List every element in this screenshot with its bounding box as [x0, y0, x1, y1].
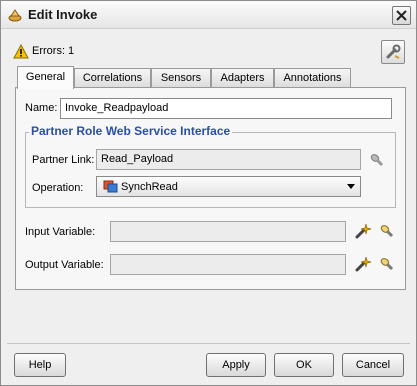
operation-value: SynchRead — [121, 181, 178, 193]
edit-invoke-dialog: Edit Invoke Errors: 1 General Correlatio… — [0, 0, 417, 386]
partner-link-label: Partner Link: — [32, 154, 95, 166]
wrench-icon — [386, 44, 401, 59]
tab-adapters[interactable]: Adapters — [211, 68, 274, 88]
flashlight-icon[interactable] — [368, 151, 386, 169]
operation-select[interactable]: SynchRead — [96, 176, 361, 197]
bottom-divider — [7, 343, 410, 344]
close-icon — [396, 10, 407, 21]
errors-count: Errors: 1 — [32, 45, 75, 57]
toggle-errors-button[interactable] — [381, 40, 405, 64]
partner-link-field: Read_Payload — [96, 149, 361, 170]
cancel-button[interactable]: Cancel — [342, 353, 404, 377]
chevron-down-icon — [347, 184, 355, 189]
tab-general[interactable]: General — [17, 66, 74, 89]
input-variable-field[interactable] — [110, 221, 346, 242]
group-title: Partner Role Web Service Interface — [29, 124, 233, 138]
browse-variable-icon[interactable] — [378, 255, 396, 273]
invoke-icon — [8, 9, 22, 22]
title-bar: Edit Invoke — [1, 1, 416, 29]
close-button[interactable] — [392, 6, 411, 25]
tab-correlations[interactable]: Correlations — [74, 68, 151, 88]
tab-annotations[interactable]: Annotations — [274, 68, 351, 88]
name-field[interactable]: Invoke_Readpayload — [60, 98, 392, 119]
help-button[interactable]: Help — [14, 353, 66, 377]
apply-button[interactable]: Apply — [206, 353, 266, 377]
operation-label: Operation: — [32, 182, 84, 194]
warning-icon — [13, 44, 29, 59]
dialog-title: Edit Invoke — [28, 7, 98, 22]
name-label: Name: — [25, 102, 58, 114]
ok-button[interactable]: OK — [274, 353, 334, 377]
output-variable-label: Output Variable: — [25, 259, 104, 271]
browse-variable-icon[interactable] — [378, 222, 396, 240]
output-variable-field[interactable] — [110, 254, 346, 275]
create-variable-icon[interactable] — [354, 222, 372, 240]
tab-sensors[interactable]: Sensors — [151, 68, 211, 88]
operation-icon — [103, 180, 118, 193]
input-variable-label: Input Variable: — [25, 226, 96, 238]
create-variable-icon[interactable] — [354, 255, 372, 273]
